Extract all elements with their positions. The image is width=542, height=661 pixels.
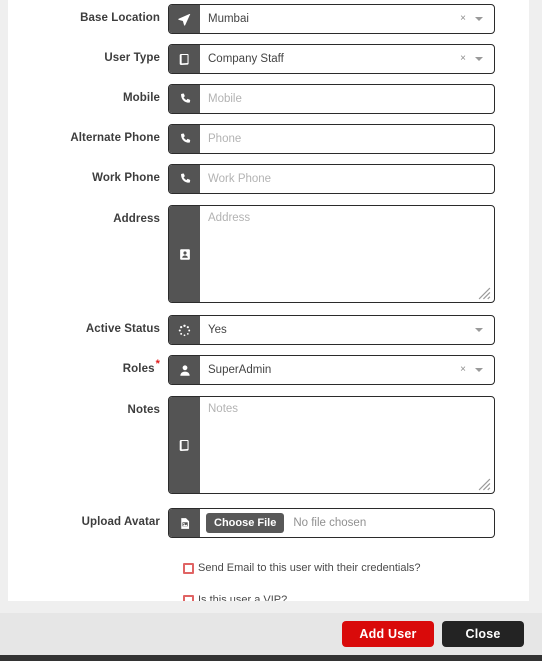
address-textarea-holder	[200, 206, 494, 302]
chevron-down-icon[interactable]	[475, 17, 483, 21]
checkbox-send-email-label: Send Email to this user with their crede…	[198, 562, 421, 574]
required-asterisk: *	[155, 358, 160, 371]
clear-icon[interactable]: ×	[460, 14, 466, 24]
modal-right-gutter	[529, 0, 542, 601]
input-group-upload-avatar: Choose File No file chosen	[168, 508, 495, 538]
add-user-modal: Base Location Mumbai × User Type Company…	[0, 0, 542, 661]
form-row-alternate-phone: Alternate Phone	[8, 114, 529, 154]
control-roles: SuperAdmin ×	[168, 355, 495, 385]
input-group-work-phone	[168, 164, 495, 194]
file-status-text: No file chosen	[293, 517, 367, 529]
control-user-type: Company Staff ×	[168, 44, 495, 74]
control-alternate-phone	[168, 124, 495, 154]
label-alternate-phone: Alternate Phone	[70, 132, 160, 144]
roles-select[interactable]: SuperAdmin ×	[200, 356, 494, 384]
checkbox-send-email[interactable]	[183, 562, 194, 574]
id-card-icon	[169, 206, 200, 302]
roles-value: SuperAdmin	[208, 364, 272, 376]
form-row-notes: Notes	[8, 385, 529, 494]
checkbox-row-send-email: Send Email to this user with their crede…	[8, 538, 529, 574]
input-group-alternate-phone	[168, 124, 495, 154]
clear-icon[interactable]: ×	[460, 365, 466, 375]
add-user-button[interactable]: Add User	[342, 621, 434, 647]
book-icon	[169, 397, 200, 493]
chevron-down-icon[interactable]	[475, 368, 483, 372]
control-active-status: Yes	[168, 315, 495, 345]
input-group-user-type: Company Staff ×	[168, 44, 495, 74]
work-phone-input[interactable]	[200, 165, 494, 193]
base-location-select[interactable]: Mumbai ×	[200, 5, 494, 33]
label-address: Address	[113, 213, 160, 225]
control-notes	[168, 396, 495, 494]
label-roles-text: Roles	[122, 363, 155, 375]
label-work-phone: Work Phone	[92, 172, 160, 184]
form-row-work-phone: Work Phone	[8, 154, 529, 194]
form-row-base-location: Base Location Mumbai ×	[8, 0, 529, 34]
control-base-location: Mumbai ×	[168, 4, 495, 34]
choose-file-button[interactable]: Choose File	[206, 512, 285, 534]
form-row-roles: Roles* SuperAdmin ×	[8, 345, 529, 385]
address-textarea[interactable]	[200, 206, 494, 302]
page-bottom-bar	[0, 655, 542, 661]
label-active-status: Active Status	[85, 323, 160, 335]
label-upload-avatar: Upload Avatar	[81, 516, 160, 528]
form-row-mobile: Mobile	[8, 74, 529, 114]
spinner-icon	[169, 316, 200, 344]
input-group-notes	[168, 396, 495, 494]
base-location-value: Mumbai	[208, 13, 249, 25]
input-group-active-status: Yes	[168, 315, 495, 345]
phone-icon	[169, 85, 200, 113]
location-arrow-icon	[169, 5, 200, 33]
form-row-user-type: User Type Company Staff ×	[8, 34, 529, 74]
input-group-address	[168, 205, 495, 303]
clear-icon[interactable]: ×	[460, 54, 466, 64]
user-icon	[169, 356, 200, 384]
control-work-phone	[168, 164, 495, 194]
modal-body: Base Location Mumbai × User Type Company…	[8, 0, 529, 601]
mobile-input[interactable]	[200, 85, 494, 113]
form-row-address: Address	[8, 194, 529, 303]
phone-icon	[169, 165, 200, 193]
input-group-base-location: Mumbai ×	[168, 4, 495, 34]
modal-footer: Add User Close	[0, 613, 542, 655]
modal-left-gutter	[0, 0, 8, 601]
label-roles: Roles*	[8, 355, 168, 376]
checkbox-row-is-vip: Is this user a VIP?	[8, 574, 529, 601]
label-mobile: Mobile	[122, 92, 160, 104]
form-row-active-status: Active Status Yes	[8, 303, 529, 345]
image-file-icon	[169, 509, 200, 537]
input-group-mobile	[168, 84, 495, 114]
control-address	[168, 205, 495, 303]
label-notes: Notes	[127, 404, 160, 416]
control-mobile	[168, 84, 495, 114]
notes-textarea[interactable]	[200, 397, 494, 493]
user-type-select[interactable]: Company Staff ×	[200, 45, 494, 73]
chevron-down-icon[interactable]	[475, 328, 483, 332]
book-icon	[169, 45, 200, 73]
label-user-type: User Type	[104, 52, 160, 64]
file-picker: Choose File No file chosen	[200, 509, 494, 537]
notes-textarea-holder	[200, 397, 494, 493]
input-group-roles: SuperAdmin ×	[168, 355, 495, 385]
close-button[interactable]: Close	[442, 621, 524, 647]
active-status-value: Yes	[208, 324, 227, 336]
modal-gap	[0, 601, 542, 613]
alternate-phone-input[interactable]	[200, 125, 494, 153]
user-type-value: Company Staff	[208, 53, 284, 65]
control-upload-avatar: Choose File No file chosen	[168, 508, 495, 538]
checkbox-is-vip-label: Is this user a VIP?	[198, 594, 288, 601]
chevron-down-icon[interactable]	[475, 57, 483, 61]
phone-icon	[169, 125, 200, 153]
form-row-upload-avatar: Upload Avatar Choose File No file chosen	[8, 494, 529, 538]
active-status-select[interactable]: Yes	[200, 316, 494, 344]
label-base-location: Base Location	[80, 12, 160, 24]
